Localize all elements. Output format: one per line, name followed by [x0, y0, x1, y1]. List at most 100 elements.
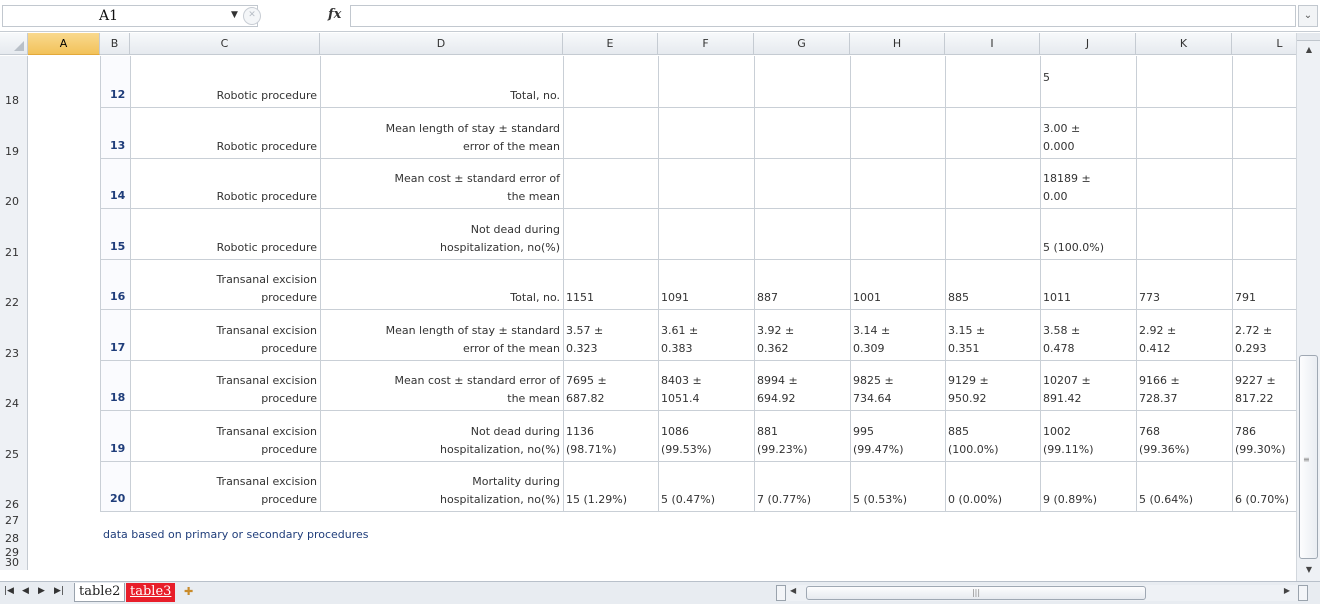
table-cell-value[interactable] [658, 209, 754, 260]
table-cell-value[interactable] [850, 209, 945, 260]
expand-formula-bar-icon[interactable]: ⌄ [1298, 5, 1318, 27]
table-cell-value[interactable] [850, 159, 945, 209]
table-cell-value[interactable] [563, 108, 658, 159]
table-cell-value[interactable]: 18189 ± 0.00 [1040, 159, 1136, 209]
table-cell-id[interactable]: 13 [100, 108, 130, 159]
row-header[interactable]: 24 [0, 361, 28, 411]
table-cell-value[interactable] [1136, 159, 1232, 209]
table-cell-value[interactable]: 3.14 ± 0.309 [850, 310, 945, 361]
column-header-k[interactable]: K [1136, 33, 1232, 55]
prev-sheet-icon[interactable]: ◀ [22, 586, 29, 596]
table-cell-value[interactable]: 7695 ± 687.82 [563, 361, 658, 411]
table-cell-value[interactable]: 9129 ± 950.92 [945, 361, 1040, 411]
table-cell-value[interactable]: 791 [1232, 260, 1296, 310]
last-sheet-icon[interactable]: ▶| [54, 586, 64, 596]
table-cell-value[interactable]: 9166 ± 728.37 [1136, 361, 1232, 411]
next-sheet-icon[interactable]: ▶ [38, 586, 45, 596]
table-cell-value[interactable] [1136, 209, 1232, 260]
table-cell-measure[interactable]: Mean cost ± standard error of the mean [320, 361, 563, 411]
first-sheet-icon[interactable]: |◀ [4, 586, 14, 596]
insert-sheet-icon[interactable]: ✚ [180, 583, 206, 602]
column-header-h[interactable]: H [850, 33, 945, 55]
column-header-f[interactable]: F [658, 33, 754, 55]
row-header[interactable]: 30 [0, 556, 28, 570]
row-header[interactable]: 26 [0, 462, 28, 512]
footnote[interactable]: data based on primary or secondary proce… [103, 525, 369, 545]
row-header[interactable]: 20 [0, 159, 28, 209]
table-cell-value[interactable] [658, 56, 754, 108]
table-cell-value[interactable]: 0 (0.00%) [945, 462, 1040, 512]
table-cell-id[interactable]: 12 [100, 56, 130, 108]
table-cell-value[interactable] [1232, 56, 1296, 108]
table-cell-value[interactable]: 9227 ± 817.22 [1232, 361, 1296, 411]
table-cell-value[interactable]: 5 (0.53%) [850, 462, 945, 512]
table-cell-value[interactable] [1136, 56, 1232, 108]
table-cell-measure[interactable]: Mean length of stay ± standard error of t… [320, 310, 563, 361]
table-cell-procedure[interactable]: Transanal excision procedure [130, 462, 320, 512]
table-cell-value[interactable] [945, 108, 1040, 159]
table-cell-value[interactable]: 3.92 ± 0.362 [754, 310, 850, 361]
horizontal-scroll-thumb[interactable]: ||| [806, 586, 1146, 600]
column-header-i[interactable]: I [945, 33, 1040, 55]
table-cell-value[interactable]: 1136 (98.71%) [563, 411, 658, 462]
name-box-dropdown-icon[interactable]: ▼ [231, 10, 238, 20]
table-cell-value[interactable]: 887 [754, 260, 850, 310]
row-header[interactable]: 22 [0, 260, 28, 310]
table-cell-value[interactable] [563, 56, 658, 108]
column-header-d[interactable]: D [320, 33, 563, 55]
column-header-j[interactable]: J [1040, 33, 1136, 55]
table-cell-measure[interactable]: Not dead during hospitalization, no(%) [320, 209, 563, 260]
row-header[interactable]: 27 [0, 512, 28, 528]
table-cell-value[interactable]: 7 (0.77%) [754, 462, 850, 512]
table-cell-value[interactable] [658, 108, 754, 159]
table-cell-value[interactable]: 3.15 ± 0.351 [945, 310, 1040, 361]
table-cell-value[interactable]: 2.92 ± 0.412 [1136, 310, 1232, 361]
row-header[interactable]: 28 [0, 528, 28, 546]
table-cell-value[interactable] [563, 209, 658, 260]
table-cell-value[interactable] [945, 159, 1040, 209]
table-cell-procedure[interactable]: Transanal excision procedure [130, 411, 320, 462]
table-cell-value[interactable] [754, 209, 850, 260]
table-cell-value[interactable]: 1002 (99.11%) [1040, 411, 1136, 462]
table-cell-value[interactable] [1136, 108, 1232, 159]
table-cell-value[interactable]: 995 (99.47%) [850, 411, 945, 462]
row-header[interactable]: 19 [0, 108, 28, 159]
cancel-icon[interactable]: ✕ [243, 7, 261, 25]
table-cell-procedure[interactable]: Robotic procedure [130, 108, 320, 159]
formula-input[interactable] [350, 5, 1296, 27]
table-cell-value[interactable] [850, 56, 945, 108]
table-cell-value[interactable]: 8403 ± 1051.4 [658, 361, 754, 411]
table-cell-measure[interactable]: Total, no. [320, 56, 563, 108]
table-cell-value[interactable]: 6 (0.70%) [1232, 462, 1296, 512]
select-all-corner[interactable] [0, 33, 28, 55]
table-cell-value[interactable] [1232, 108, 1296, 159]
table-cell-measure[interactable]: Total, no. [320, 260, 563, 310]
table-cell-id[interactable]: 15 [100, 209, 130, 260]
table-cell-measure[interactable]: Mean length of stay ± standard error of t… [320, 108, 563, 159]
table-cell-value[interactable] [563, 159, 658, 209]
table-cell-value[interactable]: 768 (99.36%) [1136, 411, 1232, 462]
table-cell-value[interactable] [754, 159, 850, 209]
column-header-b[interactable]: B [100, 33, 130, 55]
table-cell-value[interactable]: 885 [945, 260, 1040, 310]
table-cell-id[interactable]: 18 [100, 361, 130, 411]
table-cell-value[interactable]: 5 (100.0%) [1040, 209, 1136, 260]
table-cell-value[interactable] [945, 56, 1040, 108]
table-cell-procedure[interactable]: Transanal excision procedure [130, 310, 320, 361]
table-cell-measure[interactable]: Mean cost ± standard error of the mean [320, 159, 563, 209]
scroll-right-icon[interactable]: ▶ [1284, 586, 1290, 595]
table-cell-value[interactable]: 3.57 ± 0.323 [563, 310, 658, 361]
table-cell-value[interactable]: 3.61 ± 0.383 [658, 310, 754, 361]
table-cell-value[interactable]: 9825 ± 734.64 [850, 361, 945, 411]
table-cell-id[interactable]: 16 [100, 260, 130, 310]
table-cell-value[interactable]: 5 [1040, 56, 1136, 108]
table-cell-value[interactable]: 881 (99.23%) [754, 411, 850, 462]
table-cell-id[interactable]: 14 [100, 159, 130, 209]
scroll-left-icon[interactable]: ◀ [790, 586, 796, 595]
table-cell-value[interactable]: 15 (1.29%) [563, 462, 658, 512]
table-cell-value[interactable]: 786 (99.30%) [1232, 411, 1296, 462]
spreadsheet-grid[interactable]: ABCDEFGHIJKL 18 12 Robotic procedure Total,… [0, 33, 1296, 581]
table-cell-procedure[interactable]: Robotic procedure [130, 209, 320, 260]
table-cell-value[interactable]: 1091 [658, 260, 754, 310]
scroll-up-icon[interactable]: ▲ [1297, 43, 1320, 57]
